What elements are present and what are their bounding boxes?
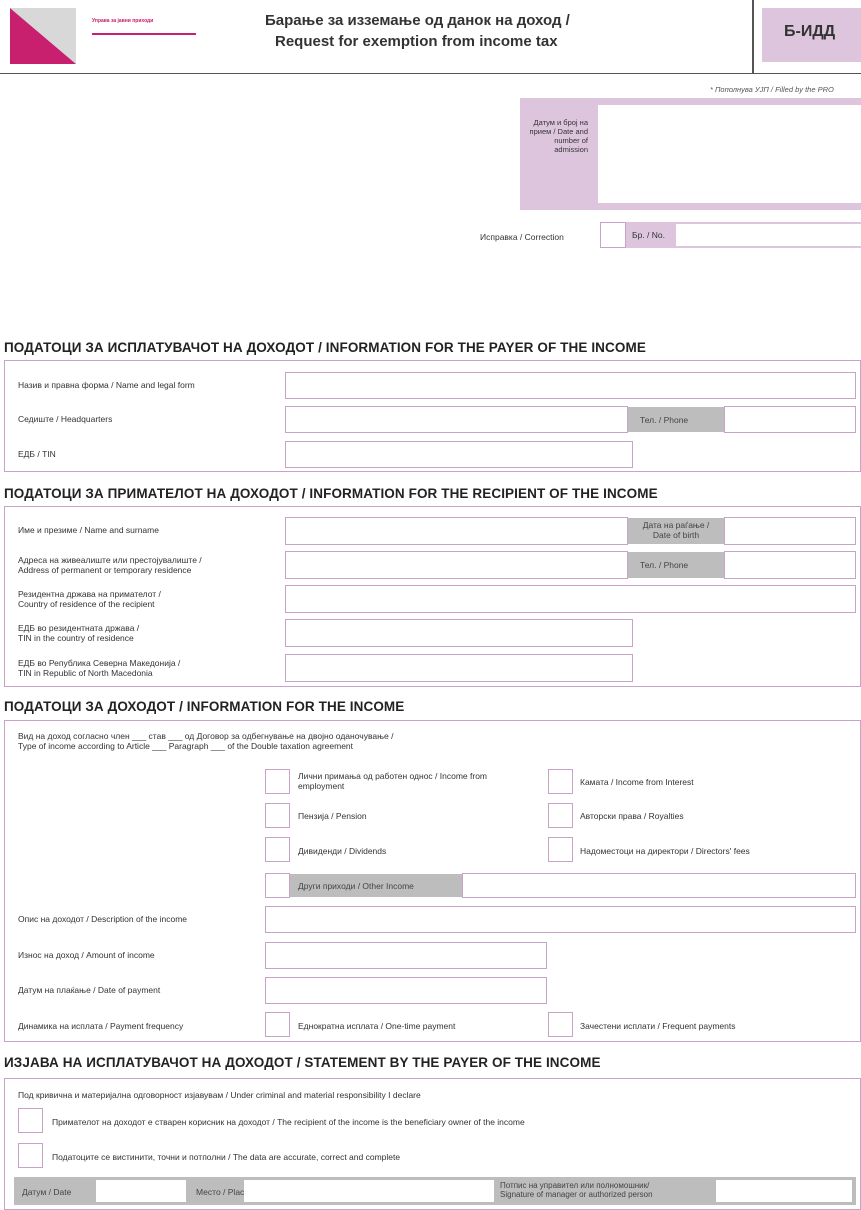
employment-label-line1: Лични примања од работен однос / Income … [298,771,488,781]
recipient-country-input[interactable] [285,585,856,613]
accurate-data-label: Податоците се вистинити, точни и потполн… [52,1152,401,1162]
org-underline [92,33,196,35]
correction-no-label: Бр. / No. [632,230,665,240]
statement-place-label: Место / Place [196,1187,250,1197]
directors-label: Надоместоци на директори / Directors' fe… [580,846,750,856]
statement-place-input[interactable] [244,1180,494,1202]
interest-checkbox[interactable] [548,769,573,794]
one-time-checkbox[interactable] [265,1012,290,1037]
amount-input[interactable] [265,942,547,969]
payer-tin-label: ЕДБ / TIN [18,449,56,459]
recipient-tin-res-label-line2: TIN in the country of residence [18,633,134,643]
dividends-checkbox[interactable] [265,837,290,862]
logo [10,8,76,64]
payer-name-input[interactable] [285,372,856,399]
payer-tin-input[interactable] [285,441,633,468]
interest-label: Камата / Income from Interest [580,777,694,787]
income-section-title: ПОДАТОЦИ ЗА ДОХОДОТ / INFORMATION FOR TH… [4,699,405,714]
frequency-label: Динамика на исплата / Payment frequency [18,1021,184,1031]
description-label: Опис на доходот / Description of the inc… [18,914,188,924]
payer-section-title: ПОДАТОЦИ ЗА ИСПЛАТУВАЧОТ НА ДОХОДОТ / IN… [4,340,646,355]
payment-date-label: Датум на плаќање / Date of payment [18,985,161,995]
recipient-tin-res-label: ЕДБ во резидентната држава / TIN in the … [18,623,139,643]
org-name: Управа за јавни приходи [92,18,154,24]
recipient-address-label-line1: Адреса на живеалиште или престојувалиште… [18,555,202,565]
recipient-tin-mk-label: ЕДБ во Република Северна Македонија / TI… [18,658,180,678]
payer-hq-input[interactable] [285,406,628,433]
income-type-text: Вид на доход согласно член ___ став ___ … [18,731,393,751]
recipient-country-label-line2: Country of residence of the recipient [18,599,155,609]
recipient-tin-mk-label-line1: ЕДБ во Република Северна Македонија / [18,658,181,668]
recipient-name-label: Име и презиме / Name and surname [18,525,159,535]
recipient-tin-mk-label-line2: TIN in Republic of North Macedonia [18,668,153,678]
header-divider [752,0,754,74]
recipient-phone-input[interactable] [724,551,856,579]
accurate-data-checkbox[interactable] [18,1143,43,1168]
one-time-label: Еднократна исплата / One-time payment [298,1021,456,1031]
filled-by-note: * Пополнува УЈП / Filled by the PRO [710,85,834,94]
dividends-label: Дивиденди / Dividends [298,846,387,856]
beneficial-owner-label: Примателот на доходот е стварен корисник… [52,1117,525,1127]
recipient-name-input[interactable] [285,517,628,545]
other-income-checkbox[interactable] [265,873,290,898]
other-income-label: Други приходи / Other Income [290,874,462,897]
recipient-phone-label: Тел. / Phone [628,552,724,578]
statement-date-input[interactable] [96,1180,186,1202]
correction-checkbox[interactable] [600,222,626,248]
recipient-address-input[interactable] [285,551,628,579]
logo-emblem-icon [10,8,76,64]
payer-hq-label: Седиште / Headquarters [18,414,113,424]
payment-date-input[interactable] [265,977,547,1004]
beneficial-owner-checkbox[interactable] [18,1108,43,1133]
recipient-dob-input[interactable] [724,517,856,545]
payer-phone-label: Тел. / Phone [628,407,724,432]
recipient-dob-label-line2: Date of birth [652,530,700,540]
statement-section-title: ИЗЈАВА НА ИСПЛАТУВАЧОТ НА ДОХОДОТ / STAT… [4,1055,601,1070]
recipient-tin-res-input[interactable] [285,619,633,647]
recipient-dob-label-line1: Дата на раѓање / [642,520,710,530]
recipient-country-label: Резидентна држава на примателот / Countr… [18,589,161,609]
recipient-section-title: ПОДАТОЦИ ЗА ПРИМАТЕЛОТ НА ДОХОДОТ / INFO… [4,486,658,501]
payer-phone-input[interactable] [724,406,856,433]
frequent-checkbox[interactable] [548,1012,573,1037]
frequent-label: Зачестени исплати / Frequent payments [580,1021,736,1031]
amount-label: Износ на доход / Amount of income [18,950,155,960]
directors-checkbox[interactable] [548,837,573,862]
recipient-tin-mk-input[interactable] [285,654,633,682]
form-title-en: Request for exemption from income tax [275,33,558,50]
signature-input[interactable] [716,1180,852,1202]
payer-name-label: Назив и правна форма / Name and legal fo… [18,380,195,390]
pension-label: Пензија / Pension [298,811,367,821]
income-type-line1: Вид на доход согласно член ___ став ___ … [18,731,394,741]
signature-label: Потпис на управител или полномошник/ Sig… [500,1181,653,1199]
correction-no-input[interactable] [676,224,861,246]
correction-label: Исправка / Correction [480,232,564,242]
form-code: Б-ИДД [784,23,836,40]
signature-label-line1: Потпис на управител или полномошник/ [500,1181,650,1190]
description-input[interactable] [265,906,856,933]
recipient-dob-label: Дата на раѓање / Date of birth [628,518,724,544]
other-income-input[interactable] [462,873,856,898]
declare-text: Под кривична и материјална одговорност и… [18,1090,421,1100]
employment-label: Лични примања од работен однос / Income … [298,771,487,791]
royalties-checkbox[interactable] [548,803,573,828]
pension-checkbox[interactable] [265,803,290,828]
date-number-label: Датум и број на прием / Date and number … [529,118,588,154]
income-type-line2: Type of income according to Article ___ … [18,741,354,751]
statement-date-label: Датум / Date [22,1187,72,1197]
royalties-label: Авторски права / Royalties [580,811,684,821]
recipient-country-label-line1: Резидентна држава на примателот / [18,589,161,599]
employment-label-line2: employment [298,781,345,791]
form-title-mk: Барање за изземање од данок на доход / [265,12,570,29]
admission-input[interactable] [598,105,861,203]
recipient-address-label-line2: Address of permanent or temporary reside… [18,565,192,575]
signature-label-line2: Signature of manager or authorized perso… [500,1190,653,1199]
recipient-address-label: Адреса на живеалиште или престојувалиште… [18,555,202,575]
employment-checkbox[interactable] [265,769,290,794]
recipient-tin-res-label-line1: ЕДБ во резидентната држава / [18,623,140,633]
